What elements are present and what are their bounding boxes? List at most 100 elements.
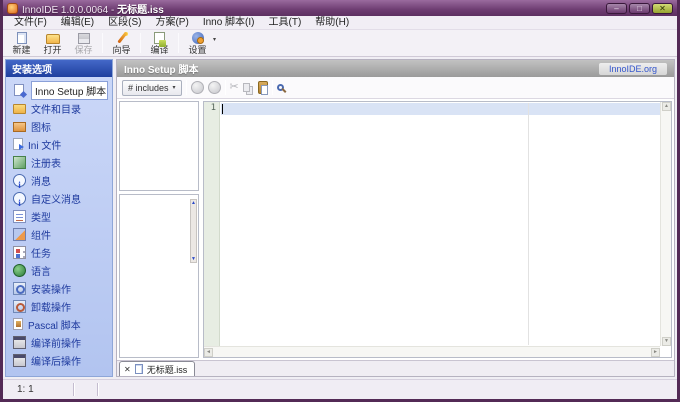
menu-inno-script[interactable]: Inno 脚本(I) [196, 16, 262, 29]
sidebar-item-tasks[interactable]: 任务 [6, 243, 112, 261]
line-number-gutter: 1 [204, 102, 220, 346]
menu-file[interactable]: 文件(F) [7, 16, 54, 29]
types-icon [13, 209, 26, 223]
toolbar-separator [178, 33, 179, 53]
scroll-up-icon[interactable]: ▲ [662, 102, 671, 111]
sidebar-list: Inno Setup 脚本 文件和目录 图标 Ini 文件 注册表 i 消息 i… [6, 77, 112, 376]
includes-dropdown-label: # includes [128, 82, 169, 93]
close-button[interactable]: ✕ [652, 2, 673, 14]
settings-button-label: 设置 [188, 45, 207, 55]
workspace: 安装选项 Inno Setup 脚本 文件和目录 图标 Ini 文件 注册表 i… [3, 57, 677, 379]
outline-panel[interactable]: ▲ ▼ [119, 194, 199, 358]
sidebar-item-uninstall-run[interactable]: 卸载操作 [6, 297, 112, 315]
toolbar-separator [224, 80, 226, 95]
innoide-org-link[interactable]: InnoIDE.org [598, 62, 667, 75]
sidebar-item-inno-setup-script[interactable]: Inno Setup 脚本 [6, 80, 112, 100]
editor-hscrollbar[interactable]: ◄ ► [204, 346, 660, 357]
sidebar-item-types[interactable]: 类型 [6, 207, 112, 225]
compile-icon [154, 31, 165, 45]
wizard-button[interactable]: 向导 [106, 30, 137, 56]
save-button[interactable]: 保存 [68, 30, 99, 56]
menu-sections[interactable]: 区段(S) [101, 16, 148, 29]
paste-icon[interactable] [257, 81, 268, 95]
copy-icon[interactable] [242, 83, 250, 92]
search-icon[interactable] [276, 84, 284, 91]
editor-toolbar: # includes ▾ ✂ [117, 77, 674, 99]
sidebar-item-ini-files[interactable]: Ini 文件 [6, 135, 112, 153]
menu-project[interactable]: 方案(P) [148, 16, 195, 29]
titlebar: InnoIDE 1.0.0.0064 - 无标题.iss – □ ✕ [3, 0, 677, 16]
main-header: Inno Setup 脚本 InnoIDE.org [117, 60, 674, 77]
compile-button[interactable]: 编译 [144, 30, 175, 56]
editor-vscrollbar[interactable]: ▲ ▼ [660, 102, 671, 346]
includes-dropdown[interactable]: # includes ▾ [122, 79, 182, 96]
code-editor[interactable]: 1 ▲ ▼ ◄ ► [203, 101, 672, 358]
sidebar: 安装选项 Inno Setup 脚本 文件和目录 图标 Ini 文件 注册表 i… [5, 59, 113, 377]
toolbar-separator [140, 33, 141, 53]
new-button[interactable]: 新建 [6, 30, 37, 56]
menu-help[interactable]: 帮助(H) [308, 16, 356, 29]
wizard-button-label: 向导 [112, 45, 131, 55]
chevron-down-icon: ▾ [172, 85, 176, 91]
sidebar-item-messages[interactable]: 消息 [6, 171, 112, 189]
scroll-down-icon[interactable]: ▼ [662, 337, 671, 346]
window-controls: – □ ✕ [606, 2, 673, 14]
tab-label: 无标题.iss [146, 364, 188, 375]
registry-icon [13, 155, 26, 169]
sidebar-item-icons[interactable]: 图标 [6, 117, 112, 135]
maximize-button[interactable]: □ [629, 2, 650, 14]
side-panels: ▲ ▼ [119, 101, 199, 358]
save-button-label: 保存 [74, 45, 93, 55]
sidebar-item-languages[interactable]: 语言 [6, 261, 112, 279]
app-icon [7, 2, 18, 14]
precompile-icon [13, 335, 26, 349]
settings-dropdown-caret[interactable]: ▾ [213, 30, 219, 56]
sidebar-item-postcompile[interactable]: 编译后操作 [6, 351, 112, 369]
scroll-up-icon[interactable]: ▲ [191, 200, 196, 206]
document-tab-bar: ✕ 无标题.iss [117, 360, 674, 376]
install-run-icon [13, 281, 26, 295]
navigate-forward-button[interactable] [207, 81, 221, 94]
new-document-icon [16, 31, 27, 45]
statusbar-separator [97, 383, 99, 396]
main-panel: Inno Setup 脚本 InnoIDE.org # includes ▾ ✂ [116, 59, 675, 377]
uninstall-run-icon [13, 299, 26, 313]
settings-button[interactable]: 设置 [182, 30, 213, 56]
sections-panel[interactable] [119, 101, 199, 191]
tab-close-icon[interactable]: ✕ [124, 365, 131, 374]
scroll-down-icon[interactable]: ▼ [191, 256, 196, 262]
ini-file-icon [13, 138, 24, 150]
sidebar-item-registry[interactable]: 注册表 [6, 153, 112, 171]
custom-message-icon [13, 191, 26, 205]
cut-icon[interactable]: ✂ [230, 81, 239, 94]
open-button[interactable]: 打开 [37, 30, 68, 56]
script-icon [14, 84, 24, 96]
statusbar: 1: 1 [3, 379, 677, 399]
sidebar-item-files-dirs[interactable]: 文件和目录 [6, 99, 112, 117]
sidebar-item-pascal-script[interactable]: Pascal 脚本 [6, 315, 112, 333]
menu-edit[interactable]: 编辑(E) [54, 16, 101, 29]
scroll-right-icon[interactable]: ► [651, 348, 660, 357]
open-folder-icon [45, 31, 60, 45]
right-margin-line [528, 103, 529, 345]
sidebar-item-custom-messages[interactable]: 自定义消息 [6, 189, 112, 207]
scroll-left-icon[interactable]: ◄ [204, 348, 213, 357]
tasks-icon [13, 245, 26, 259]
sidebar-item-components[interactable]: 组件 [6, 225, 112, 243]
panel-scrollbar[interactable]: ▲ ▼ [190, 199, 197, 263]
navigate-back-button[interactable] [190, 81, 204, 94]
wizard-wand-icon [115, 31, 129, 45]
toolbar-separator [102, 33, 103, 53]
sidebar-item-precompile[interactable]: 编译前操作 [6, 333, 112, 351]
menu-tools[interactable]: 工具(T) [262, 16, 309, 29]
section-title: Inno Setup 脚本 [124, 65, 199, 76]
document-icon [134, 364, 143, 374]
sidebar-item-install-run[interactable]: 安装操作 [6, 279, 112, 297]
editor-region: ▲ ▼ 1 ▲ ▼ ◄ ► [117, 99, 674, 360]
postcompile-icon [13, 353, 26, 367]
menubar: 文件(F) 编辑(E) 区段(S) 方案(P) Inno 脚本(I) 工具(T)… [3, 16, 677, 30]
tab-untitled[interactable]: ✕ 无标题.iss [119, 361, 196, 376]
window-title: InnoIDE 1.0.0.0064 - 无标题.iss [22, 1, 602, 16]
icons-folder-icon [13, 122, 26, 132]
minimize-button[interactable]: – [606, 2, 627, 14]
